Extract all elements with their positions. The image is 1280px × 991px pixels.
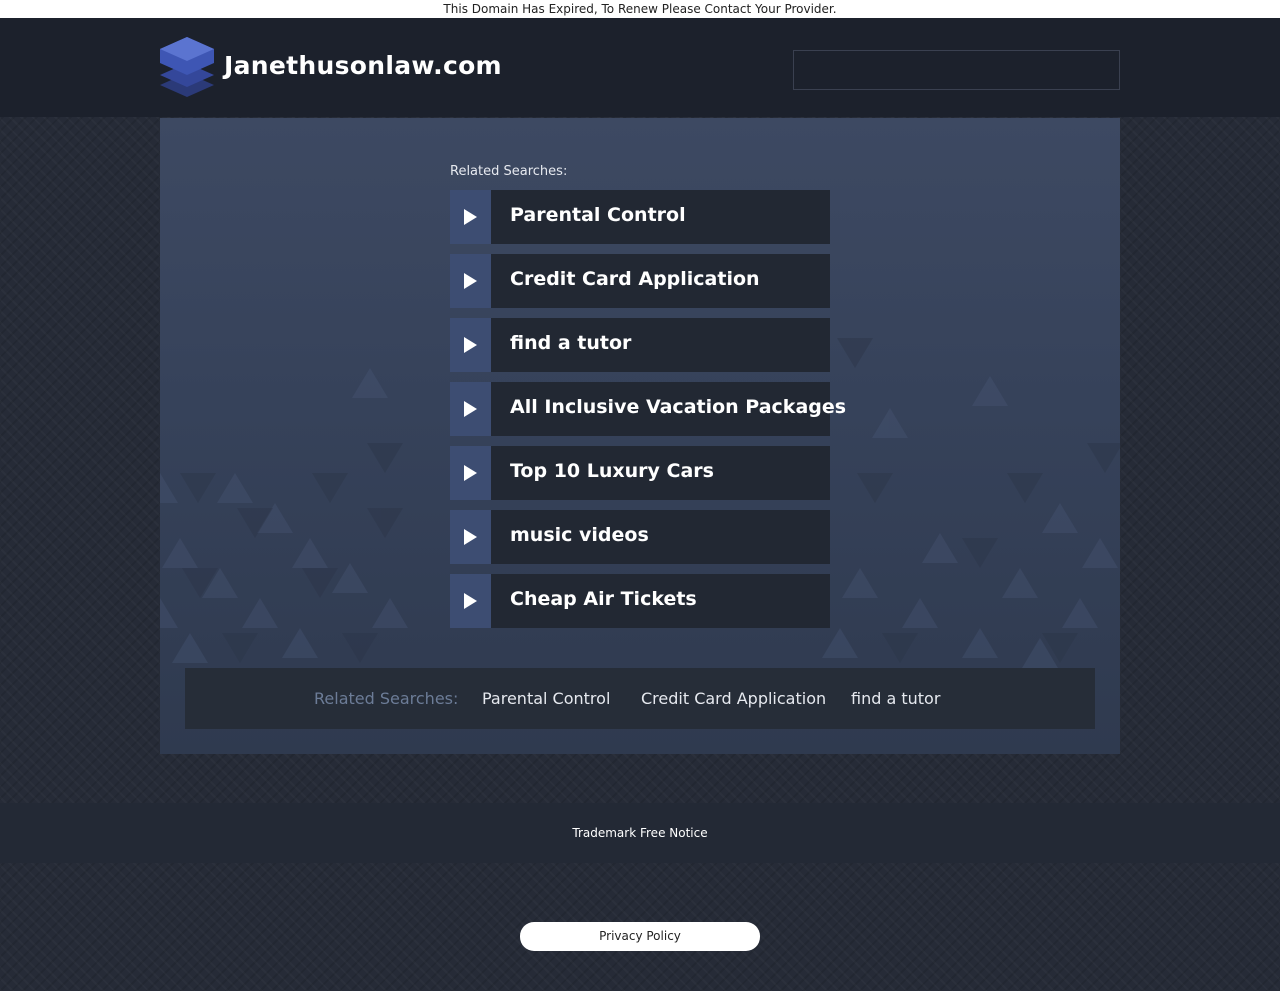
related-link-item[interactable]: find a tutor — [450, 318, 830, 372]
search-input[interactable] — [793, 50, 1120, 90]
play-arrow-icon — [464, 273, 477, 289]
play-arrow-icon — [464, 337, 477, 353]
site-name[interactable]: Janethusonlaw.com — [224, 51, 502, 80]
related-link-label: All Inclusive Vacation Packages — [510, 396, 847, 418]
bottom-related-link[interactable]: Parental Control — [482, 689, 610, 708]
link-label-block: Parental Control — [491, 190, 830, 244]
link-label-block: find a tutor — [491, 318, 830, 372]
related-link-label: find a tutor — [510, 332, 632, 354]
link-label-block: Top 10 Luxury Cars — [491, 446, 830, 500]
bottom-related-heading: Related Searches: — [314, 689, 459, 708]
bottom-related-links-bar: Related Searches: Parental Control Credi… — [185, 668, 1095, 729]
bottom-related-link[interactable]: find a tutor — [851, 689, 940, 708]
related-link-item[interactable]: Cheap Air Tickets — [450, 574, 830, 628]
trademark-notice-link[interactable]: Trademark Free Notice — [0, 826, 1280, 840]
play-arrow-icon — [464, 529, 477, 545]
privacy-policy-button[interactable]: Privacy Policy — [520, 922, 760, 951]
arrow-block — [450, 446, 491, 500]
arrow-block — [450, 510, 491, 564]
related-link-label: Cheap Air Tickets — [510, 588, 697, 610]
related-link-label: Credit Card Application — [510, 268, 760, 290]
arrow-block — [450, 318, 491, 372]
link-label-block: music videos — [491, 510, 830, 564]
arrow-block — [450, 574, 491, 628]
arrow-block — [450, 254, 491, 308]
related-link-label: Top 10 Luxury Cars — [510, 460, 714, 482]
bottom-related-link[interactable]: Credit Card Application — [641, 689, 826, 708]
arrow-block — [450, 190, 491, 244]
link-label-block: All Inclusive Vacation Packages — [491, 382, 846, 436]
related-link-label: Parental Control — [510, 204, 686, 226]
footer-strip: Trademark Free Notice — [0, 803, 1280, 863]
arrow-block — [450, 382, 491, 436]
link-label-block: Cheap Air Tickets — [491, 574, 830, 628]
play-arrow-icon — [464, 593, 477, 609]
related-link-label: music videos — [510, 524, 649, 546]
related-link-item[interactable]: Top 10 Luxury Cars — [450, 446, 830, 500]
link-label-block: Credit Card Application — [491, 254, 830, 308]
related-link-item[interactable]: music videos — [450, 510, 830, 564]
related-link-item[interactable]: All Inclusive Vacation Packages — [450, 382, 846, 436]
play-arrow-icon — [464, 465, 477, 481]
related-link-item[interactable]: Parental Control — [450, 190, 830, 244]
related-link-item[interactable]: Credit Card Application — [450, 254, 830, 308]
play-arrow-icon — [464, 401, 477, 417]
domain-expired-notice: This Domain Has Expired, To Renew Please… — [0, 0, 1280, 18]
related-searches-heading: Related Searches: — [450, 164, 568, 179]
related-searches-panel: Related Searches: Parental Control Credi… — [160, 118, 1120, 754]
play-arrow-icon — [464, 209, 477, 225]
site-header: Janethusonlaw.com — [0, 18, 1280, 117]
stacked-layers-icon — [160, 37, 214, 97]
